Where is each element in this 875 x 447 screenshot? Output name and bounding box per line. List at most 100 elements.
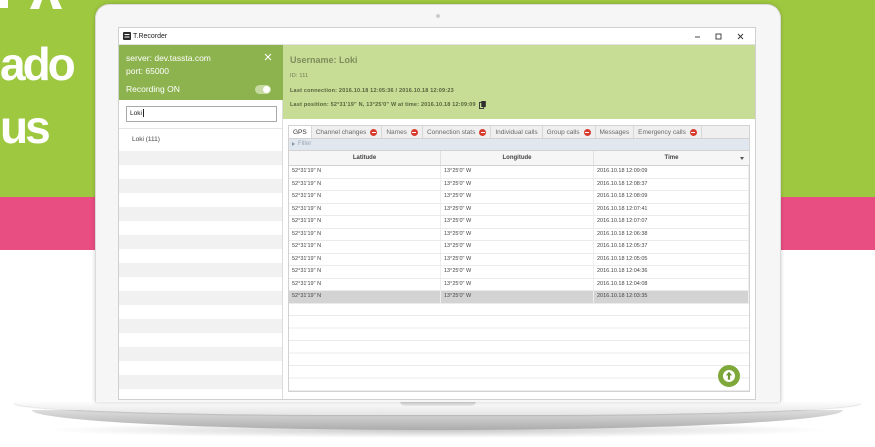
empty-list-rows	[119, 151, 282, 399]
cell-longitude: 13°25'0" W	[441, 228, 594, 240]
chevron-down-icon[interactable]	[740, 157, 744, 160]
filter-bar[interactable]: Filter	[288, 138, 750, 150]
cell-longitude: 13°25'0" W	[441, 216, 594, 228]
promo-stage: ado us T.Recorder server: dev.tassta.com…	[0, 0, 875, 447]
last-position: Last position: 52°31'19" N, 13°25'0" W a…	[290, 101, 476, 108]
cell-latitude: 52°31'19" N	[289, 278, 441, 290]
table-row[interactable]: 52°31'19" N 13°25'0" W 2016.10.18 12:09:09	[289, 166, 749, 179]
search-value: Loki	[130, 110, 142, 117]
user-list: Loki (111)	[119, 128, 282, 399]
filter-label: Filter	[298, 141, 312, 147]
table-row[interactable]: 52°31'19" N 13°25'0" W 2016.10.18 12:04:08	[289, 278, 749, 291]
table-row[interactable]: 52°31'19" N 13°25'0" W 2016.10.18 12:03:35	[289, 291, 749, 304]
cell-longitude: 13°25'0" W	[441, 166, 594, 178]
tab-label: Connection stats	[426, 128, 476, 136]
column-header-latitude[interactable]: Latitude	[289, 151, 441, 165]
tab-label: Individual calls	[495, 128, 538, 136]
alert-badge-icon	[370, 128, 378, 136]
cell-time: 2016.10.18 12:04:36	[594, 266, 749, 278]
tab-messages[interactable]: Messages	[596, 126, 635, 138]
cell-latitude: 52°31'19" N	[289, 291, 441, 303]
close-icon[interactable]	[735, 31, 746, 42]
table-row[interactable]: 52°31'19" N 13°25'0" W 2016.10.18 12:05:05	[289, 253, 749, 266]
right-panel: Username: Loki ID: 111 Last connection: …	[283, 45, 755, 399]
app-icon	[123, 32, 131, 40]
copy-icon[interactable]	[478, 101, 486, 109]
table-row[interactable]: 52°31'19" N 13°25'0" W 2016.10.18 12:06:38	[289, 228, 749, 241]
cell-longitude: 13°25'0" W	[441, 241, 594, 253]
table-row[interactable]: 52°31'19" N 13°25'0" W 2016.10.18 12:04:36	[289, 266, 749, 279]
cell-longitude: 13°25'0" W	[441, 278, 594, 290]
table-row[interactable]: 52°31'19" N 13°25'0" W 2016.10.18 12:07:41	[289, 203, 749, 216]
cell-latitude: 52°31'19" N	[289, 178, 441, 190]
recording-toggle[interactable]	[255, 85, 271, 94]
tab-label: Group calls	[546, 128, 580, 136]
toggle-knob	[263, 86, 270, 93]
tab-channel-changes[interactable]: Channel changes	[312, 126, 383, 138]
tab-emergency-calls[interactable]: Emergency calls	[634, 126, 702, 138]
table-body: 52°31'19" N 13°25'0" W 2016.10.18 12:09:09…	[289, 166, 749, 391]
minimize-icon[interactable]	[692, 31, 703, 42]
tab-bar: GPS Channel changes Names Connection stats I…	[288, 125, 750, 138]
tab-group-calls[interactable]: Group calls	[543, 126, 596, 138]
recording-status-label: Recording ON	[126, 84, 180, 94]
maximize-icon[interactable]	[713, 31, 724, 42]
table-row[interactable]: 52°31'19" N 13°25'0" W 2016.10.18 12:08:09	[289, 191, 749, 204]
user-list-items: Loki (111)	[119, 129, 282, 151]
tab-individual-calls[interactable]: Individual calls	[491, 126, 543, 138]
cell-time: 2016.10.18 12:05:05	[594, 253, 749, 265]
column-header-longitude[interactable]: Longitude	[441, 151, 594, 165]
tab-label: Messages	[599, 128, 630, 136]
table-row[interactable]: 52°31'19" N 13°25'0" W 2016.10.18 12:05:37	[289, 241, 749, 254]
table-row[interactable]: 52°31'19" N 13°25'0" W 2016.10.18 12:08:37	[289, 178, 749, 191]
alert-badge-icon	[410, 128, 418, 136]
close-icon[interactable]	[263, 52, 273, 62]
cell-time: 2016.10.18 12:08:09	[594, 191, 749, 203]
tab-connection-stats[interactable]: Connection stats	[423, 126, 492, 138]
cell-latitude: 52°31'19" N	[289, 241, 441, 253]
cell-time: 2016.10.18 12:05:37	[594, 241, 749, 253]
webcam-icon	[436, 14, 440, 18]
tab-label: Channel changes	[315, 128, 367, 136]
cell-longitude: 13°25'0" W	[441, 266, 594, 278]
cell-time: 2016.10.18 12:04:08	[594, 278, 749, 290]
cell-time: 2016.10.18 12:09:09	[594, 166, 749, 178]
cell-time: 2016.10.18 12:07:41	[594, 203, 749, 215]
scroll-top-button[interactable]	[718, 365, 740, 387]
column-header-time[interactable]: Time	[594, 151, 749, 165]
cell-time: 2016.10.18 12:06:38	[594, 228, 749, 240]
cell-time: 2016.10.18 12:08:37	[594, 178, 749, 190]
tab-names[interactable]: Names	[382, 126, 423, 138]
tab-label: GPS	[293, 128, 307, 136]
cell-latitude: 52°31'19" N	[289, 228, 441, 240]
headline-line-1: ado	[0, 38, 76, 90]
cell-time: 2016.10.18 12:07:07	[594, 216, 749, 228]
last-position-row: Last position: 52°31'19" N, 13°25'0" W a…	[290, 101, 486, 109]
cell-latitude: 52°31'19" N	[289, 216, 441, 228]
tab-gps[interactable]: GPS	[289, 126, 312, 138]
cropped-headline-glyph	[0, 0, 62, 9]
cell-longitude: 13°25'0" W	[441, 191, 594, 203]
alert-badge-icon	[689, 128, 697, 136]
search-area: Loki	[119, 100, 282, 128]
app-window: T.Recorder server: dev.tassta.com port: …	[118, 27, 756, 400]
expand-arrow-icon	[292, 142, 295, 146]
window-title: T.Recorder	[133, 33, 168, 40]
cell-longitude: 13°25'0" W	[441, 178, 594, 190]
cell-latitude: 52°31'19" N	[289, 203, 441, 215]
user-id: ID: 111	[290, 73, 309, 79]
server-panel: server: dev.tassta.com port: 65000 Recor…	[119, 45, 283, 100]
user-list-item[interactable]: Loki (111)	[119, 129, 282, 151]
user-details-header: Username: Loki ID: 111 Last connection: …	[283, 45, 755, 119]
table-row[interactable]: 52°31'19" N 13°25'0" W 2016.10.18 12:07:07	[289, 216, 749, 229]
cell-longitude: 13°25'0" W	[441, 291, 594, 303]
user-search-input[interactable]: Loki	[126, 106, 277, 122]
username: Username: Loki	[290, 55, 358, 65]
headline-line-2: us	[0, 101, 51, 153]
cell-latitude: 52°31'19" N	[289, 266, 441, 278]
window-titlebar[interactable]: T.Recorder	[119, 28, 755, 45]
table-header: Latitude Longitude Time	[289, 151, 749, 166]
cell-latitude: 52°31'19" N	[289, 191, 441, 203]
text-cursor	[142, 109, 144, 118]
server-address: server: dev.tassta.com	[126, 53, 211, 63]
